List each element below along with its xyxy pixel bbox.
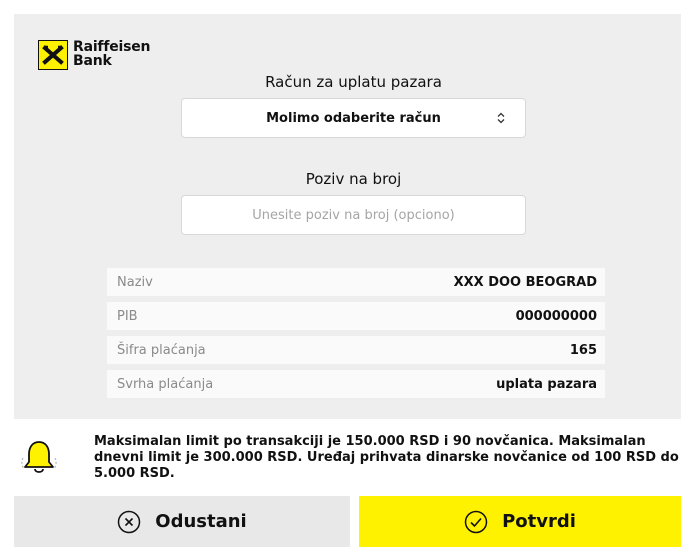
- notice-text: Maksimalan limit po transakciji je 150.0…: [94, 434, 679, 481]
- detail-label: Naziv: [117, 274, 153, 290]
- payment-details-table: Naziv XXX DOO BEOGRAD PIB 000000000 Šifr…: [107, 268, 605, 404]
- up-down-arrows-icon: [497, 99, 505, 137]
- detail-row-name: Naziv XXX DOO BEOGRAD: [107, 268, 605, 296]
- detail-row-pib: PIB 000000000: [107, 302, 605, 330]
- bank-name: Raiffeisen Bank: [73, 39, 151, 69]
- detail-value: XXX DOO BEOGRAD: [453, 274, 597, 290]
- account-label: Račun za uplatu pazara: [265, 73, 442, 91]
- limit-notice: Maksimalan limit po transakciji je 150.0…: [16, 430, 681, 488]
- detail-label: Šifra plaćanja: [117, 342, 206, 358]
- bell-icon: [20, 438, 58, 478]
- confirm-label: Potvrdi: [502, 511, 576, 532]
- reference-number-input[interactable]: [181, 195, 526, 235]
- close-circle-icon: [117, 510, 141, 534]
- detail-value: uplata pazara: [496, 376, 597, 392]
- bank-logo: Raiffeisen Bank: [38, 39, 151, 70]
- reference-label: Poziv na broj: [305, 170, 402, 188]
- check-circle-icon: [464, 510, 488, 534]
- account-select[interactable]: Molimo odaberite račun: [181, 98, 526, 138]
- cancel-button[interactable]: Odustani: [14, 496, 350, 547]
- detail-row-payment-purpose: Svrha plaćanja uplata pazara: [107, 370, 605, 398]
- detail-value: 000000000: [515, 308, 597, 324]
- cancel-label: Odustani: [155, 511, 247, 532]
- account-select-value: Molimo odaberite račun: [266, 110, 441, 126]
- confirm-button[interactable]: Potvrdi: [359, 496, 681, 547]
- detail-label: PIB: [117, 308, 138, 324]
- detail-value: 165: [569, 342, 597, 358]
- raiffeisen-logo-icon: [38, 40, 68, 70]
- detail-row-payment-code: Šifra plaćanja 165: [107, 336, 605, 364]
- detail-label: Svrha plaćanja: [117, 376, 214, 392]
